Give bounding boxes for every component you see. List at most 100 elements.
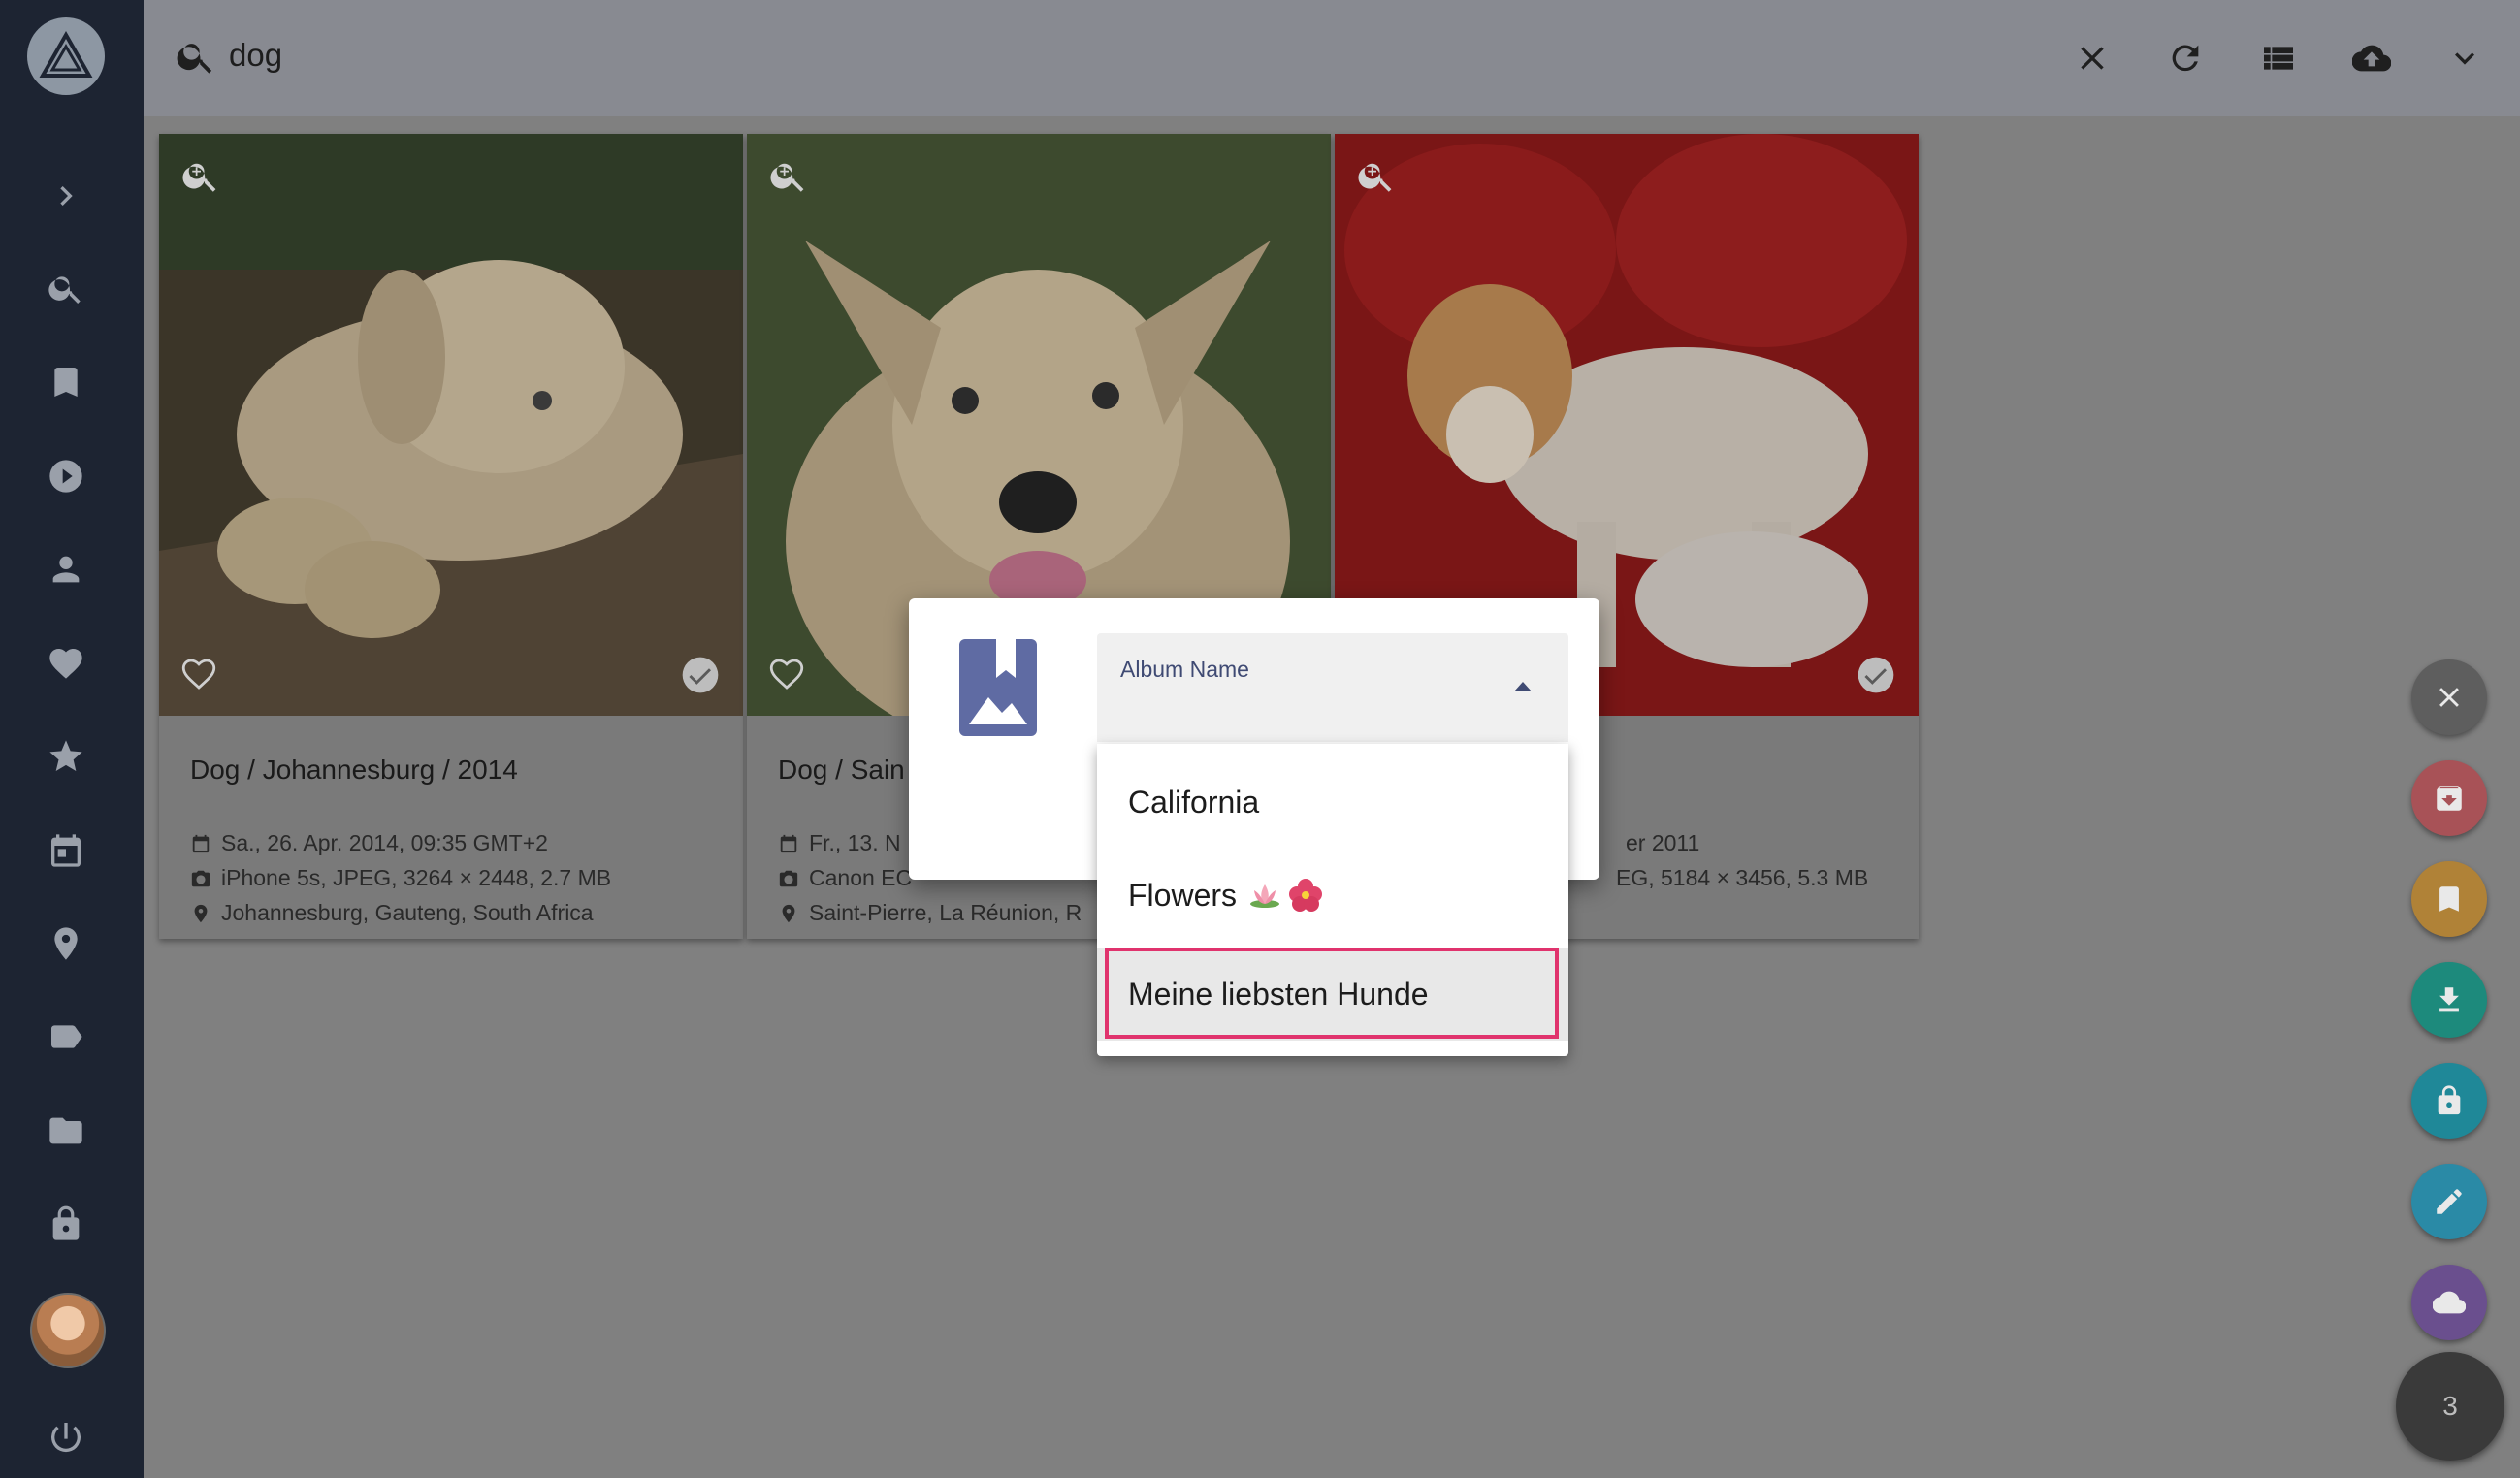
calendar-icon [51,834,81,867]
upload-button[interactable] [2342,29,2401,87]
download-icon [2439,987,2459,1012]
edit-pencil-icon [2437,1189,2462,1214]
cloud-icon [2433,1291,2466,1314]
photo-date-text: er 2011 [1626,830,1700,855]
zoom-in-icon[interactable] [1356,155,1397,196]
photo-camera-text: Canon EC [809,865,913,890]
photo-thumbnail[interactable] [159,134,743,716]
list-view-icon [2264,47,2293,70]
photo-camera: EG, 5184 × 3456, 5.3 MB [1616,865,1868,891]
selection-count: 3 [2442,1391,2458,1421]
photo-location: Johannesburg, Gauteng, South Africa [190,900,594,926]
favorite-outline-icon[interactable] [178,654,219,694]
check-circle-icon[interactable] [679,654,722,696]
sidebar-item-videos[interactable] [33,443,99,509]
album-option-california[interactable]: California [1097,755,1568,849]
refresh-button[interactable] [2156,29,2214,87]
menu-up-icon[interactable] [1514,682,1532,691]
camera-icon [779,870,798,886]
download-button[interactable] [2411,962,2487,1038]
photo-date: er 2011 [1626,830,1699,856]
logout-button[interactable] [33,1404,99,1470]
check-circle-icon[interactable] [1855,654,1897,696]
sidebar-item-albums[interactable] [33,349,99,415]
album-option-flowers[interactable]: Flowers [1097,849,1568,942]
search-input[interactable]: dog [229,37,282,74]
star-icon [49,740,82,771]
user-avatar[interactable] [30,1293,106,1368]
photo-location-text: Saint-Pierre, La Réunion, R [809,900,1082,925]
dog-photo-image [159,134,743,716]
photo-location: Saint-Pierre, La Réunion, R [778,900,1082,926]
photo-camera: Canon EC [778,865,912,891]
search-icon [177,44,212,74]
camera-icon [191,870,210,886]
sidebar-item-folders[interactable] [33,1098,99,1164]
logo-triangle-icon [39,30,93,78]
edit-button[interactable] [2411,1164,2487,1239]
bookmark-icon [2439,886,2459,912]
lotus-emoji-icon [1250,884,1280,908]
close-icon [2439,688,2459,707]
lock-icon [2438,1085,2461,1115]
photo-date-text: Fr., 13. N [809,830,901,855]
sidebar-item-labels[interactable] [33,1004,99,1070]
photo-date: Fr., 13. N [778,830,901,856]
archive-button[interactable] [2411,760,2487,836]
app-logo[interactable] [27,17,105,95]
photo-album-icon [959,639,1037,736]
make-private-button[interactable] [2411,1063,2487,1139]
selection-count-button[interactable]: 3 [2396,1352,2504,1461]
photo-camera-text: iPhone 5s, JPEG, 3264 × 2448, 2.7 MB [221,865,612,890]
album-name-label: Album Name [1120,657,1249,682]
heart-icon [49,649,82,679]
sidebar-item-favorites[interactable] [33,630,99,696]
photo-camera-text: EG, 5184 × 3456, 5.3 MB [1616,865,1869,890]
clear-search-button[interactable] [2063,29,2121,87]
calendar-icon [192,834,210,852]
sidebar-item-calendar[interactable] [33,818,99,884]
calendar-icon [780,834,797,852]
lock-icon [52,1205,80,1240]
search-icon [48,276,81,304]
place-icon [54,927,78,960]
person-icon [52,556,80,583]
folder-icon [49,1117,82,1144]
zoom-in-icon[interactable] [180,155,221,196]
album-name-select[interactable]: Album Name [1097,633,1568,742]
more-options-button[interactable] [2436,29,2494,87]
photo-title[interactable]: Dog / Sain [778,755,905,786]
photo-title[interactable]: Dog / Johannesburg / 2014 [190,755,518,786]
photo-camera: iPhone 5s, JPEG, 3264 × 2448, 2.7 MB [190,865,611,891]
selected-option-highlight [1105,948,1559,1039]
search-toolbar: dog [144,0,2520,116]
photo-date-text: Sa., 26. Apr. 2014, 09:35 GMT+2 [221,830,548,855]
photo-date: Sa., 26. Apr. 2014, 09:35 GMT+2 [190,830,548,856]
close-icon [2081,47,2104,70]
photo-card[interactable]: Dog / Johannesburg / 2014 Sa., 26. Apr. … [159,134,743,939]
hibiscus-emoji-icon [1289,879,1323,912]
cloud-upload-icon [2352,45,2391,72]
place-icon [782,904,795,922]
sidebar-item-moments[interactable] [33,723,99,789]
album-option-label: California [1128,784,1260,819]
sidebar-item-private[interactable] [33,1191,99,1257]
sidebar-item-places[interactable] [33,911,99,977]
favorite-outline-icon[interactable] [766,654,807,694]
sidebar-item-search[interactable] [33,255,99,321]
chevron-right-icon [60,186,73,206]
list-view-button[interactable] [2249,29,2308,87]
clear-selection-button[interactable] [2411,659,2487,735]
bookmark-icon [54,368,78,397]
chevron-down-icon [2455,52,2474,65]
refresh-icon [2172,45,2199,72]
sidebar [0,0,144,1478]
zoom-in-icon[interactable] [768,155,809,196]
label-icon [51,1025,82,1048]
sidebar-item-people[interactable] [33,536,99,602]
share-button[interactable] [2411,1265,2487,1340]
add-to-album-button[interactable] [2411,861,2487,937]
album-option-label: Flowers [1128,877,1238,913]
expand-sidebar-button[interactable] [33,163,99,229]
archive-icon [2437,786,2462,811]
